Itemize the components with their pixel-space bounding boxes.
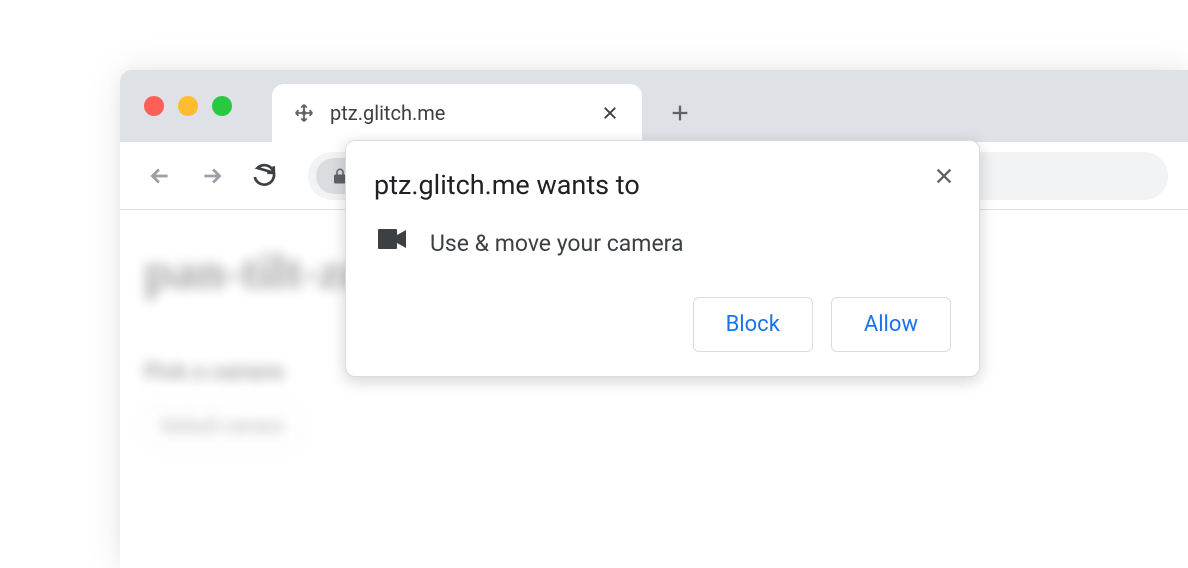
- block-button[interactable]: Block: [693, 297, 813, 352]
- close-window-button[interactable]: [144, 96, 164, 116]
- maximize-window-button[interactable]: [212, 96, 232, 116]
- close-tab-button[interactable]: [598, 101, 622, 125]
- camera-select[interactable]: Default camera: [144, 405, 300, 448]
- prompt-actions: Block Allow: [374, 297, 951, 352]
- minimize-window-button[interactable]: [178, 96, 198, 116]
- close-icon: [933, 165, 955, 187]
- window-controls: [144, 96, 232, 116]
- move-icon: [292, 101, 316, 125]
- permission-prompt: ptz.glitch.me wants to Use & move your c…: [345, 140, 980, 377]
- tab-strip: ptz.glitch.me: [120, 70, 1188, 142]
- forward-button[interactable]: [192, 156, 232, 196]
- permission-text: Use & move your camera: [430, 230, 684, 257]
- camera-icon: [378, 229, 406, 257]
- prompt-title: ptz.glitch.me wants to: [374, 169, 951, 201]
- permission-row: Use & move your camera: [374, 229, 951, 257]
- reload-button[interactable]: [244, 156, 284, 196]
- browser-tab[interactable]: ptz.glitch.me: [272, 84, 642, 142]
- new-tab-button[interactable]: [656, 89, 704, 137]
- allow-button[interactable]: Allow: [831, 297, 951, 352]
- back-button[interactable]: [140, 156, 180, 196]
- close-prompt-button[interactable]: [929, 161, 959, 191]
- tab-title: ptz.glitch.me: [330, 101, 598, 125]
